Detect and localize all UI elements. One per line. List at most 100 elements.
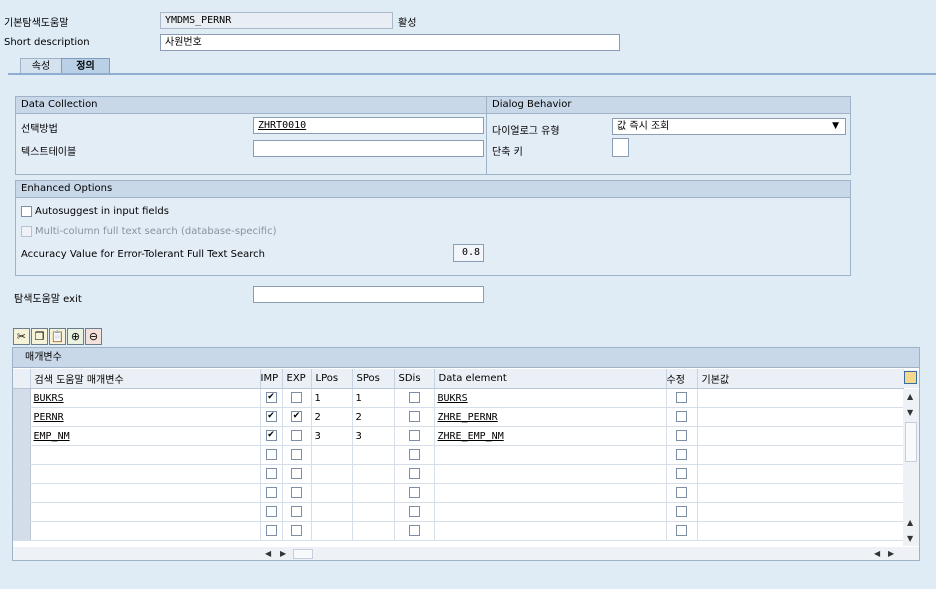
modify-checkbox[interactable] bbox=[676, 487, 687, 499]
modify-checkbox[interactable] bbox=[676, 468, 687, 480]
scroll-up-icon[interactable]: ▲ bbox=[907, 392, 913, 401]
imp-checkbox[interactable]: ✔ bbox=[265, 392, 277, 404]
data-element-cell[interactable] bbox=[434, 445, 667, 465]
spos-cell[interactable]: 1 bbox=[352, 388, 395, 408]
col-header-modify[interactable]: 수정 bbox=[666, 369, 698, 389]
default-value-cell[interactable] bbox=[697, 464, 904, 484]
data-element-cell[interactable] bbox=[434, 483, 667, 503]
table-row[interactable] bbox=[13, 502, 904, 522]
table-row[interactable] bbox=[13, 445, 904, 465]
scroll-right-icon[interactable]: ▶ bbox=[280, 549, 286, 558]
row-selector[interactable] bbox=[13, 388, 31, 408]
spos-cell[interactable] bbox=[352, 445, 395, 465]
imp-checkbox[interactable] bbox=[265, 506, 277, 518]
imp-checkbox[interactable]: ✔ bbox=[265, 430, 277, 442]
exp-checkbox[interactable] bbox=[291, 487, 302, 499]
help-name-field[interactable]: YMDMS_PERNR bbox=[160, 12, 393, 29]
selection-method-input[interactable]: ZHRT0010 bbox=[253, 117, 484, 134]
sdis-checkbox[interactable] bbox=[408, 392, 420, 404]
exp-checkbox[interactable] bbox=[291, 392, 302, 404]
lpos-cell[interactable]: 2 bbox=[311, 407, 353, 427]
exp-checkbox[interactable]: ✔ bbox=[291, 411, 302, 423]
tab-definition[interactable]: 정의 bbox=[61, 58, 110, 74]
row-selector[interactable] bbox=[13, 464, 31, 484]
col-header-lpos[interactable]: LPos bbox=[311, 369, 353, 389]
default-value-cell[interactable] bbox=[697, 426, 904, 446]
row-selector[interactable] bbox=[13, 407, 31, 427]
scroll-page-up-icon[interactable]: ▲ bbox=[907, 518, 913, 527]
exit-input[interactable] bbox=[253, 286, 484, 303]
table-row[interactable] bbox=[13, 483, 904, 503]
autosuggest-checkbox[interactable] bbox=[21, 206, 32, 217]
multicolumn-checkbox[interactable] bbox=[21, 226, 32, 237]
data-element-cell[interactable]: ZHRE_PERNR bbox=[434, 407, 667, 427]
exp-checkbox[interactable] bbox=[291, 449, 302, 461]
data-element-cell[interactable] bbox=[434, 464, 667, 484]
tab-attributes[interactable]: 속성 bbox=[20, 58, 62, 74]
param-name-cell[interactable] bbox=[30, 502, 261, 522]
param-name-cell[interactable] bbox=[30, 445, 261, 465]
data-element-cell[interactable] bbox=[434, 502, 667, 522]
row-selector[interactable] bbox=[13, 445, 31, 465]
spos-cell[interactable] bbox=[352, 483, 395, 503]
param-name-cell[interactable] bbox=[30, 521, 261, 541]
table-row[interactable]: PERNR ✔ ✔ 2 2 ZHRE_PERNR bbox=[13, 407, 904, 427]
col-header-spos[interactable]: SPos bbox=[352, 369, 395, 389]
col-header-exp[interactable]: EXP bbox=[282, 369, 312, 389]
lpos-cell[interactable] bbox=[311, 445, 353, 465]
scroll-left-icon-2[interactable]: ◀ bbox=[874, 549, 880, 558]
accuracy-value-field[interactable]: 0.8 bbox=[453, 244, 484, 262]
param-name-cell[interactable] bbox=[30, 464, 261, 484]
spos-cell[interactable]: 2 bbox=[352, 407, 395, 427]
scroll-left-icon[interactable]: ◀ bbox=[265, 549, 271, 558]
vertical-scroll-thumb[interactable] bbox=[905, 422, 917, 462]
hotkey-input[interactable] bbox=[612, 138, 629, 157]
scroll-page-down-icon[interactable]: ▼ bbox=[907, 534, 913, 543]
param-name-cell[interactable]: BUKRS bbox=[30, 388, 261, 408]
lpos-cell[interactable] bbox=[311, 483, 353, 503]
table-row[interactable] bbox=[13, 521, 904, 541]
scroll-down-icon[interactable]: ▼ bbox=[907, 408, 913, 417]
col-header-imp[interactable]: IMP bbox=[260, 369, 283, 389]
cut-icon[interactable]: ✂ bbox=[13, 328, 30, 345]
modify-checkbox[interactable] bbox=[676, 506, 687, 518]
default-value-cell[interactable] bbox=[697, 502, 904, 522]
exp-checkbox[interactable] bbox=[291, 430, 302, 442]
data-element-cell[interactable]: BUKRS bbox=[434, 388, 667, 408]
col-header-sdis[interactable]: SDis bbox=[394, 369, 435, 389]
row-selector-header[interactable] bbox=[13, 369, 31, 389]
horizontal-scroll-thumb[interactable] bbox=[293, 549, 313, 559]
exp-checkbox[interactable] bbox=[291, 525, 302, 537]
spos-cell[interactable] bbox=[352, 502, 395, 522]
data-element-cell[interactable] bbox=[434, 521, 667, 541]
col-header-param[interactable]: 검색 도움말 매개변수 bbox=[30, 369, 261, 389]
sdis-checkbox[interactable] bbox=[408, 430, 420, 442]
default-value-cell[interactable] bbox=[697, 445, 904, 465]
table-row[interactable]: BUKRS ✔ 1 1 BUKRS bbox=[13, 388, 904, 408]
exp-checkbox[interactable] bbox=[291, 506, 302, 518]
lpos-cell[interactable] bbox=[311, 521, 353, 541]
sdis-checkbox[interactable] bbox=[408, 468, 420, 480]
spos-cell[interactable] bbox=[352, 521, 395, 541]
row-selector[interactable] bbox=[13, 502, 31, 522]
short-desc-input[interactable]: 사원번호 bbox=[160, 34, 620, 51]
imp-checkbox[interactable] bbox=[265, 468, 277, 480]
copy-icon[interactable]: ❐ bbox=[31, 328, 48, 345]
modify-checkbox[interactable] bbox=[676, 430, 687, 442]
table-settings-icon[interactable] bbox=[904, 371, 917, 384]
col-header-default[interactable]: 기본값 bbox=[697, 369, 904, 389]
table-row[interactable]: EMP_NM ✔ 3 3 ZHRE_EMP_NM bbox=[13, 426, 904, 446]
delete-row-icon[interactable]: ⊖ bbox=[85, 328, 102, 345]
imp-checkbox[interactable] bbox=[265, 525, 277, 537]
insert-row-icon[interactable]: ⊕ bbox=[67, 328, 84, 345]
default-value-cell[interactable] bbox=[697, 483, 904, 503]
row-selector[interactable] bbox=[13, 483, 31, 503]
exp-checkbox[interactable] bbox=[291, 468, 302, 480]
param-name-cell[interactable] bbox=[30, 483, 261, 503]
lpos-cell[interactable]: 1 bbox=[311, 388, 353, 408]
sdis-checkbox[interactable] bbox=[408, 449, 420, 461]
default-value-cell[interactable] bbox=[697, 521, 904, 541]
modify-checkbox[interactable] bbox=[676, 449, 687, 461]
lpos-cell[interactable] bbox=[311, 502, 353, 522]
lpos-cell[interactable]: 3 bbox=[311, 426, 353, 446]
